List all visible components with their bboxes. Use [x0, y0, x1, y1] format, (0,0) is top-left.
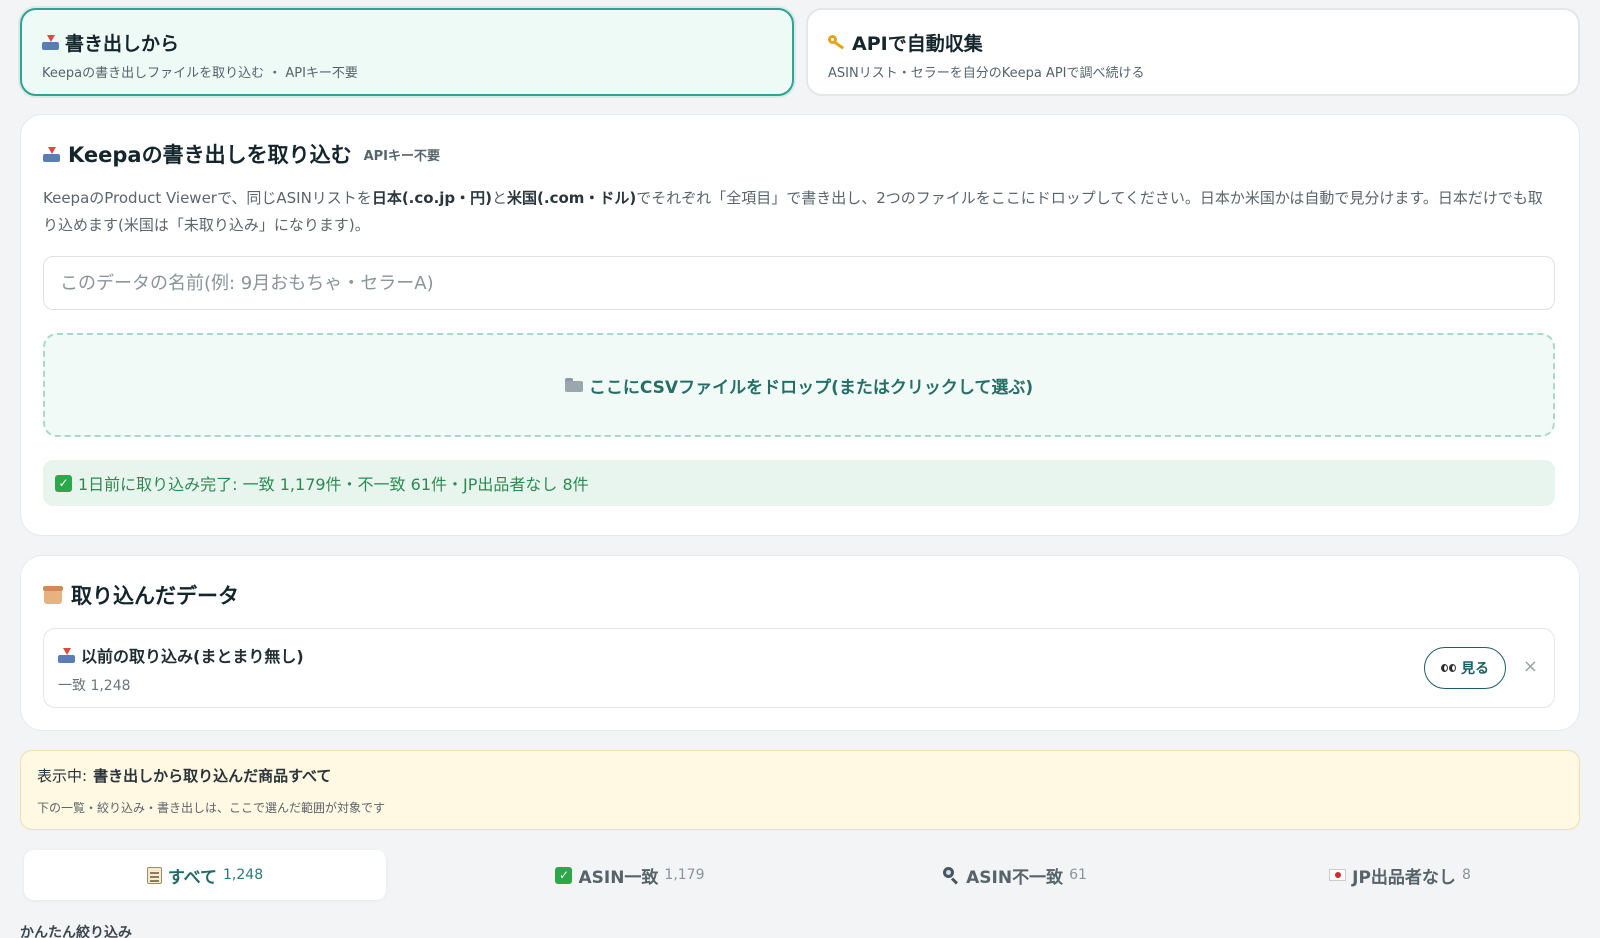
imported-item-title: 以前の取り込み(まとまり無し) — [81, 647, 304, 666]
inbox-tray-icon — [42, 34, 59, 50]
import-title: Keepaの書き出しを取り込む — [68, 143, 352, 167]
folder-icon — [564, 378, 583, 392]
showing-value: 書き出しから取り込んだ商品すべて — [93, 767, 332, 785]
tab-match-label: ASIN一致 — [578, 867, 659, 888]
showing-note: 下の一覧・絞り込み・書き出しは、ここで選んだ範囲が対象です — [37, 801, 386, 815]
import-status-text: 1日前に取り込み完了: 一致 1,179件・不一致 61件・JP出品者なし 8件 — [78, 475, 589, 494]
tab-all-count: 1,248 — [223, 867, 264, 883]
tab-nojp-count: 8 — [1461, 867, 1471, 883]
mode-card-export[interactable]: 書き出しから Keepaの書き出しファイルを取り込む ・ APIキー不要 — [20, 8, 794, 96]
imported-item: 以前の取り込み(まとまり無し) 一致 1,248 見る × — [43, 628, 1555, 708]
remove-import-button[interactable]: × — [1523, 656, 1538, 678]
check-mark-icon: ✓ — [55, 474, 72, 492]
desc-jp: 日本(.co.jp・円) — [371, 189, 492, 207]
csv-dropzone[interactable]: ここにCSVファイルをドロップ(またはクリックして選ぶ) — [43, 333, 1555, 437]
mode-export-title: 書き出しから — [65, 32, 180, 55]
showing-scope-banner: 表示中: 書き出しから取り込んだ商品すべて 下の一覧・絞り込み・書き出しは、ここで… — [20, 750, 1580, 830]
imported-title-row: 取り込んだデータ — [43, 580, 239, 610]
page: 書き出しから Keepaの書き出しファイルを取り込む ・ APIキー不要 API… — [0, 0, 1600, 938]
quick-filter-heading: かんたん絞り込み — [20, 925, 132, 938]
tab-mismatch-label: ASIN不一致 — [966, 867, 1064, 888]
mode-export-subtitle: Keepaの書き出しファイルを取り込む ・ APIキー不要 — [42, 66, 358, 81]
inbox-tray-icon — [58, 647, 75, 663]
eyes-icon — [1441, 664, 1457, 672]
tab-asin-mismatch[interactable]: ASIN不一致 61 — [834, 850, 1196, 900]
magnifier-icon — [943, 866, 960, 884]
dropzone-label: ここにCSVファイルをドロップ(またはクリックして選ぶ) — [588, 377, 1034, 398]
view-button[interactable]: 見る — [1424, 647, 1506, 689]
check-mark-icon: ✓ — [555, 866, 573, 884]
desc-part: KeepaのProduct Viewerで、同じASINリストを — [43, 189, 372, 207]
mode-api-subtitle: ASINリスト・セラーを自分のKeepa APIで調べ続ける — [828, 66, 1145, 81]
import-status: ✓ 1日前に取り込み完了: 一致 1,179件・不一致 61件・JP出品者なし … — [43, 460, 1555, 506]
imported-item-title-row: 以前の取り込み(まとまり無し) — [58, 643, 304, 667]
key-icon — [828, 34, 846, 50]
tab-asin-match[interactable]: ✓ ASIN一致 1,179 — [449, 850, 811, 900]
mode-selector: 書き出しから Keepaの書き出しファイルを取り込む ・ APIキー不要 API… — [20, 8, 1580, 96]
memo-icon — [146, 866, 162, 884]
tab-mismatch-count: 61 — [1069, 867, 1087, 883]
inbox-tray-icon — [43, 146, 60, 162]
tab-all-label: すべて — [167, 867, 218, 888]
mode-export-title-row: 書き出しから — [42, 30, 772, 55]
dataset-name-input[interactable] — [43, 256, 1555, 310]
imported-title: 取り込んだデータ — [71, 584, 239, 608]
showing-prefix: 表示中: — [37, 767, 88, 785]
japan-flag-icon — [1329, 869, 1347, 881]
tab-nojp-label: JP出品者なし — [1352, 867, 1456, 888]
mode-api-title-row: APIで自動収集 — [828, 30, 1558, 55]
showing-line: 表示中: 書き出しから取り込んだ商品すべて — [37, 765, 331, 786]
import-card: Keepaの書き出しを取り込む APIキー不要 KeepaのProduct Vi… — [20, 114, 1580, 536]
desc-us: 米国(.com・ドル) — [507, 189, 637, 207]
imported-data-card: 取り込んだデータ 以前の取り込み(まとまり無し) 一致 1,248 見る × — [20, 555, 1580, 731]
import-description: KeepaのProduct Viewerで、同じASINリストを日本(.co.j… — [43, 185, 1553, 239]
api-key-not-required-badge: APIキー不要 — [363, 148, 441, 164]
desc-part: と — [492, 189, 508, 207]
tab-match-count: 1,179 — [664, 867, 705, 883]
view-button-label: 見る — [1461, 661, 1489, 677]
import-title-row: Keepaの書き出しを取り込む APIキー不要 — [43, 139, 440, 169]
mode-api-title: APIで自動収集 — [852, 32, 983, 55]
tab-all[interactable]: すべて 1,248 — [24, 850, 386, 900]
mode-card-api[interactable]: APIで自動収集 ASINリスト・セラーを自分のKeepa APIで調べ続ける — [806, 8, 1580, 96]
imported-item-count: 一致 1,248 — [58, 678, 131, 694]
result-tabs: すべて 1,248 ✓ ASIN一致 1,179 ASIN不一致 61 JP出品… — [24, 850, 1576, 902]
card-file-box-icon — [43, 586, 63, 604]
tab-no-jp-seller[interactable]: JP出品者なし 8 — [1219, 850, 1581, 900]
